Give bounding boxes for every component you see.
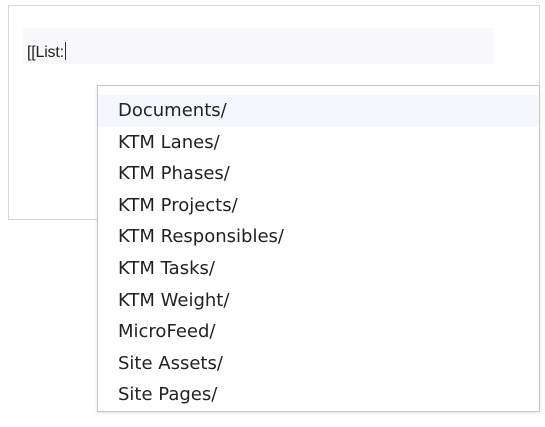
- suggestion-item-ktm-responsibles[interactable]: KTM Responsibles/: [98, 221, 539, 253]
- text-caret: [64, 42, 66, 60]
- suggestion-item-documents[interactable]: Documents/: [98, 95, 539, 127]
- suggestion-list: Documents/ KTM Lanes/ KTM Phases/ KTM Pr…: [98, 95, 539, 411]
- autocomplete-dropdown[interactable]: Documents/ KTM Lanes/ KTM Phases/ KTM Pr…: [97, 85, 540, 412]
- suggestion-item-site-assets[interactable]: Site Assets/: [98, 348, 539, 380]
- suggestion-item-ktm-projects[interactable]: KTM Projects/: [98, 190, 539, 222]
- suggestion-item-ktm-tasks[interactable]: KTM Tasks/: [98, 253, 539, 285]
- typed-text: [[List:: [27, 44, 64, 61]
- suggestion-item-site-pages[interactable]: Site Pages/: [98, 379, 539, 411]
- current-line-highlight: [23, 28, 493, 64]
- suggestion-item-ktm-lanes[interactable]: KTM Lanes/: [98, 127, 539, 159]
- suggestion-item-ktm-phases[interactable]: KTM Phases/: [98, 158, 539, 190]
- editor-input-text[interactable]: [[List:: [27, 42, 66, 62]
- suggestion-item-microfeed[interactable]: MicroFeed/: [98, 316, 539, 348]
- suggestion-item-ktm-weight[interactable]: KTM Weight/: [98, 285, 539, 317]
